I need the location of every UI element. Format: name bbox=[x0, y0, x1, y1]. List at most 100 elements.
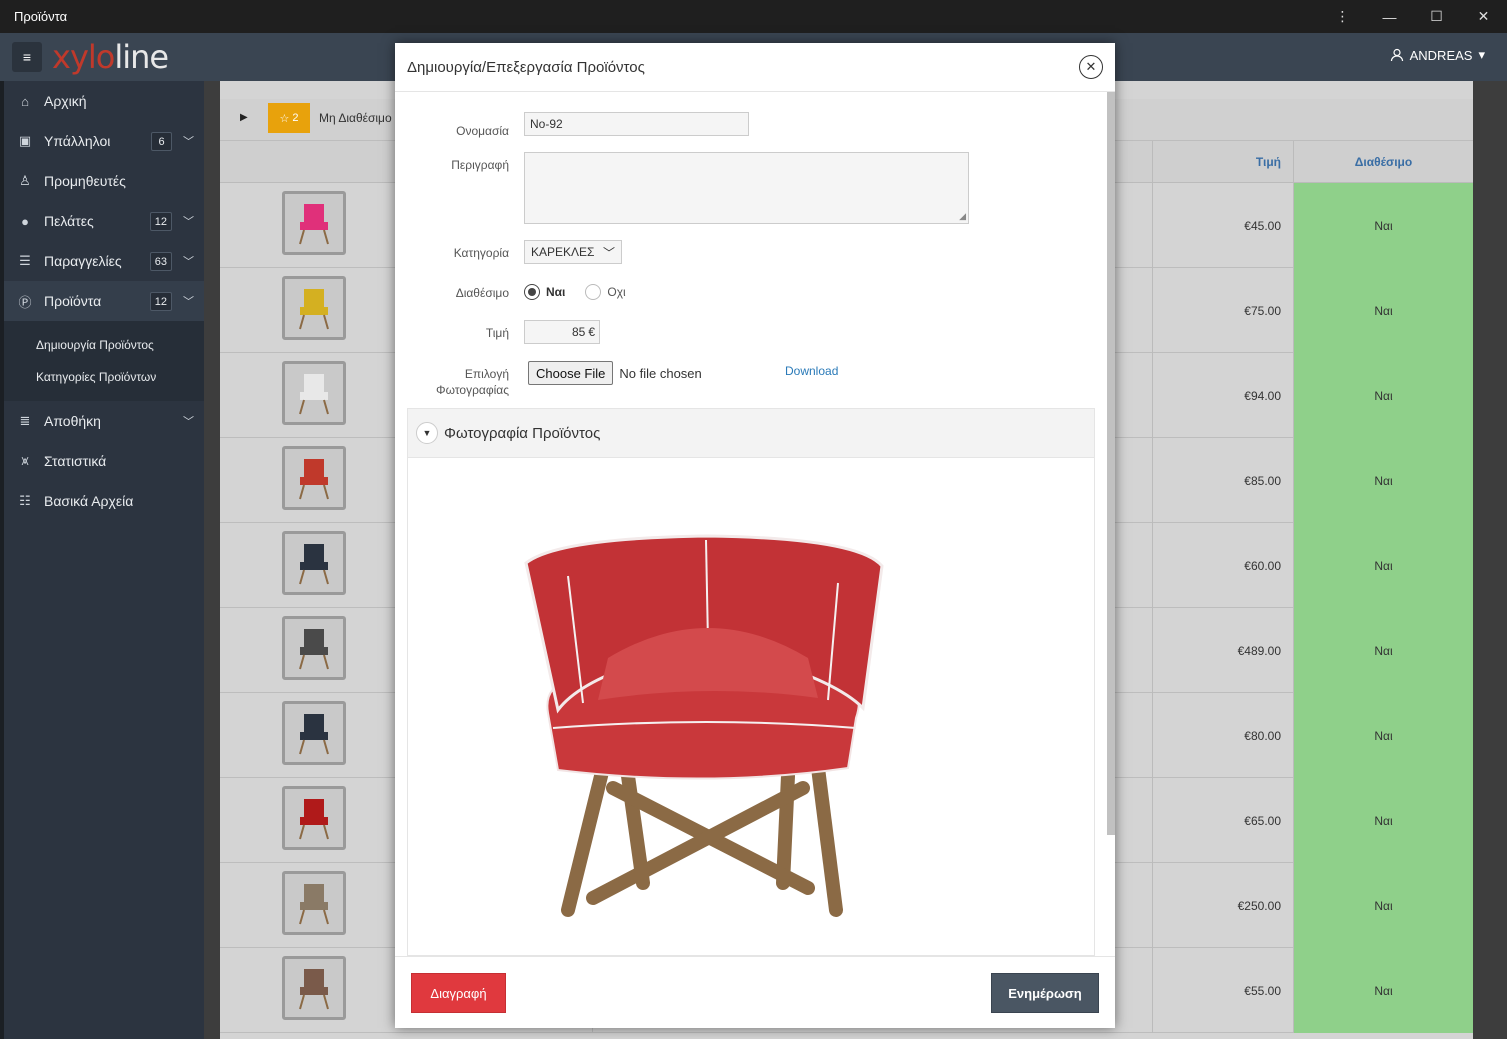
available-row: Διαθέσιμο bbox=[395, 286, 509, 300]
product-thumbnail[interactable] bbox=[282, 191, 346, 255]
sidebar-item-products[interactable]: Ⓟ Προϊόντα 12 ﹀ bbox=[4, 281, 204, 321]
available-cell: Ναι bbox=[1293, 438, 1473, 523]
description-input-wrap: ◢ bbox=[524, 152, 969, 224]
user-name: ANDREAS bbox=[1409, 47, 1473, 63]
product-edit-dialog: Δημιουργία/Επεξεργασία Προϊόντος ✕ Ονομα… bbox=[395, 43, 1115, 1028]
panel-header[interactable]: ▼ Φωτογραφία Προϊόντος bbox=[408, 409, 1094, 458]
price-cell: €94.00 bbox=[1152, 353, 1293, 438]
sidebar-item-label: Προϊόντα bbox=[44, 293, 102, 309]
price-cell: €75.00 bbox=[1152, 268, 1293, 353]
chart-icon: ⩙ bbox=[21, 453, 29, 468]
product-thumbnail[interactable] bbox=[282, 446, 346, 510]
sidebar-item-home[interactable]: ⌂ Αρχική bbox=[4, 81, 204, 121]
chevron-down-icon[interactable]: ﹀ bbox=[183, 293, 194, 309]
column-header-available[interactable]: Διαθέσιμο bbox=[1293, 141, 1473, 183]
column-header-price[interactable]: Τιμή bbox=[1152, 141, 1293, 183]
radio-yes[interactable] bbox=[524, 284, 540, 300]
category-row: Κατηγορία bbox=[395, 246, 509, 260]
product-thumbnail[interactable] bbox=[282, 531, 346, 595]
user-icon: ♙ bbox=[19, 173, 31, 188]
currency-symbol: € bbox=[588, 325, 595, 339]
sidebar-item-label: Βασικά Αρχεία bbox=[44, 493, 134, 509]
files-icon: ☷ bbox=[19, 493, 31, 508]
product-thumbnail[interactable] bbox=[282, 361, 346, 425]
product-thumbnail[interactable] bbox=[282, 871, 346, 935]
name-input[interactable]: No-92 bbox=[524, 112, 749, 136]
count-badge: 6 bbox=[151, 132, 172, 151]
download-link[interactable]: Download bbox=[785, 364, 838, 378]
close-icon[interactable]: ✕ bbox=[1079, 55, 1103, 79]
available-cell: Ναι bbox=[1293, 268, 1473, 353]
sidebar-item-warehouse[interactable]: ≣ Αποθήκη ﹀ bbox=[4, 401, 204, 441]
more-options-icon[interactable]: ⋮ bbox=[1319, 0, 1366, 33]
product-thumbnail[interactable] bbox=[282, 276, 346, 340]
close-window-button[interactable]: ✕ bbox=[1460, 0, 1507, 33]
available-cell: Ναι bbox=[1293, 353, 1473, 438]
dialog-header: Δημιουργία/Επεξεργασία Προϊόντος ✕ bbox=[395, 43, 1115, 92]
home-icon: ⌂ bbox=[21, 93, 29, 109]
user-menu[interactable]: ANDREAS ▾ bbox=[1390, 47, 1485, 63]
count-badge: 12 bbox=[149, 292, 172, 311]
sidebar-item-label: Αποθήκη bbox=[44, 413, 101, 429]
chevron-down-icon[interactable]: ﹀ bbox=[183, 413, 194, 429]
category-select-wrap: ΚΑΡΕΚΛΕΣ ﹀ bbox=[524, 240, 622, 264]
database-icon: ≣ bbox=[19, 413, 31, 428]
product-photo bbox=[524, 534, 884, 917]
star-icon: ☆ bbox=[279, 112, 290, 125]
product-thumbnail[interactable] bbox=[282, 616, 346, 680]
radio-no-label: Οχι bbox=[607, 285, 626, 299]
choose-file-button[interactable]: Choose File bbox=[528, 361, 614, 385]
price-cell: €85.00 bbox=[1152, 438, 1293, 523]
description-textarea[interactable]: ◢ bbox=[524, 152, 969, 224]
update-button[interactable]: Ενημέρωση bbox=[991, 973, 1099, 1013]
sidebar-item-orders[interactable]: ☰ Παραγγελίες 63 ﹀ bbox=[4, 241, 204, 281]
product-thumbnail[interactable] bbox=[282, 956, 346, 1020]
delete-button[interactable]: Διαγραφή bbox=[411, 973, 506, 1013]
app-logo: xyloline bbox=[52, 38, 169, 76]
expand-group-icon[interactable]: ▶ bbox=[240, 112, 248, 123]
radio-yes-label: Ναι bbox=[546, 285, 566, 299]
minimize-button[interactable]: — bbox=[1366, 0, 1413, 33]
chevron-down-icon[interactable]: ﹀ bbox=[183, 133, 194, 149]
sidebar-item-suppliers[interactable]: ♙ Προμηθευτές bbox=[4, 161, 204, 201]
sidebar-item-label: Αρχική bbox=[44, 93, 87, 109]
radio-no[interactable] bbox=[585, 284, 602, 300]
dialog-scrollbar[interactable] bbox=[1107, 92, 1115, 835]
resize-grip-icon[interactable]: ◢ bbox=[959, 211, 966, 222]
chevron-down-icon[interactable]: ﹀ bbox=[183, 253, 194, 269]
count-badge: 12 bbox=[149, 212, 172, 231]
window-titlebar: Προϊόντα ⋮ — ☐ ✕ bbox=[0, 0, 1507, 33]
subitem-create-product[interactable]: Δημιουργία Προϊόντος bbox=[4, 329, 204, 361]
chevron-down-icon[interactable]: ﹀ bbox=[183, 213, 194, 229]
category-select[interactable]: ΚΑΡΕΚΛΕΣ ﹀ bbox=[524, 240, 622, 264]
list-icon: ☰ bbox=[19, 253, 31, 268]
price-input[interactable]: 85 € bbox=[524, 320, 600, 344]
sidebar-item-customers[interactable]: ● Πελάτες 12 ﹀ bbox=[4, 201, 204, 241]
product-icon: Ⓟ bbox=[18, 294, 32, 310]
id-card-icon: ▣ bbox=[18, 133, 32, 148]
name-input-wrap: No-92 bbox=[524, 112, 749, 136]
product-thumbnail[interactable] bbox=[282, 786, 346, 850]
price-label: Τιμή bbox=[485, 326, 509, 340]
description-label: Περιγραφή bbox=[451, 158, 509, 172]
available-cell: Ναι bbox=[1293, 693, 1473, 778]
subitem-product-categories[interactable]: Κατηγορίες Προϊόντων bbox=[4, 361, 204, 393]
category-label: Κατηγορία bbox=[453, 246, 509, 260]
caret-down-icon: ▾ bbox=[1478, 47, 1485, 62]
group-count-badge: ☆ 2 bbox=[268, 103, 310, 133]
collapse-toggle-icon[interactable]: ▼ bbox=[416, 422, 438, 444]
panel-title: Φωτογραφία Προϊόντος bbox=[444, 424, 601, 442]
menu-toggle-icon[interactable]: ≡ bbox=[12, 42, 42, 72]
available-cell: Ναι bbox=[1293, 778, 1473, 863]
sidebar-item-employees[interactable]: ▣ Υπάλληλοι 6 ﹀ bbox=[4, 121, 204, 161]
description-row: Περιγραφή bbox=[395, 158, 509, 172]
product-thumbnail[interactable] bbox=[282, 701, 346, 765]
dialog-title: Δημιουργία/Επεξεργασία Προϊόντος bbox=[407, 58, 645, 76]
sidebar-item-basic-files[interactable]: ☷ Βασικά Αρχεία bbox=[4, 481, 204, 521]
price-input-wrap: 85 € bbox=[524, 320, 600, 344]
sidebar-item-statistics[interactable]: ⩙ Στατιστικά bbox=[4, 441, 204, 481]
products-submenu: Δημιουργία Προϊόντος Κατηγορίες Προϊόντω… bbox=[4, 321, 204, 401]
photo-row: Επιλογή Φωτογραφίας bbox=[395, 366, 509, 398]
group-label: Μη Διαθέσιμο bbox=[319, 111, 392, 125]
maximize-button[interactable]: ☐ bbox=[1413, 0, 1460, 33]
